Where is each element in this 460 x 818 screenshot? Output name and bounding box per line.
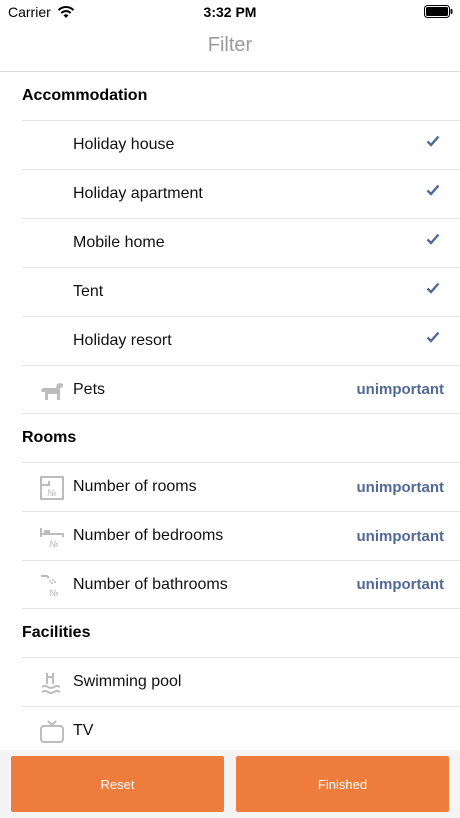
navigation-bar: Filter xyxy=(0,24,460,72)
bed-icon: № xyxy=(40,528,64,550)
row-value: unimportant xyxy=(356,576,445,593)
filter-row-holiday-apartment[interactable]: Holiday apartment xyxy=(22,169,460,218)
battery-icon xyxy=(424,5,454,21)
page-title: Filter xyxy=(207,34,253,56)
clock: 3:32 PM xyxy=(203,4,257,20)
row-value: unimportant xyxy=(356,381,445,398)
checkmark-icon xyxy=(426,282,440,294)
row-label: Tent xyxy=(73,283,104,300)
footer-toolbar: Reset Finished xyxy=(0,750,460,818)
row-value: unimportant xyxy=(356,478,445,496)
finished-button[interactable]: Finished xyxy=(236,756,449,812)
row-label: Pets xyxy=(73,380,106,398)
tv-icon xyxy=(40,720,64,743)
filter-row-pets[interactable]: Pets unimportant xyxy=(22,365,460,414)
filter-row-swimming-pool[interactable]: Swimming pool xyxy=(22,657,460,706)
filter-list[interactable]: Accommodation Holiday house Holiday apar… xyxy=(0,72,460,750)
row-label: Holiday house xyxy=(73,136,175,153)
filter-row-mobile-home[interactable]: Mobile home xyxy=(22,218,460,267)
row-label: Holiday resort xyxy=(73,332,172,349)
filter-row-number-of-rooms[interactable]: № Number of rooms unimportant xyxy=(22,462,460,511)
filter-row-tv[interactable]: TV xyxy=(22,706,460,750)
svg-text:№: № xyxy=(49,540,58,550)
filter-row-number-of-bedrooms[interactable]: № Number of bedrooms unimportant xyxy=(22,511,460,560)
section-header-facilities: Facilities xyxy=(22,624,91,641)
checkmark-icon xyxy=(426,135,440,147)
checkmark-icon xyxy=(426,331,440,343)
row-label: Number of bedrooms xyxy=(73,527,224,544)
filter-row-number-of-bathrooms[interactable]: № Number of bathrooms unimportant xyxy=(22,560,460,609)
shower-icon: № xyxy=(41,575,59,599)
status-bar: Carrier 3:32 PM xyxy=(0,0,460,24)
svg-text:№: № xyxy=(49,589,58,599)
checkmark-icon xyxy=(426,233,440,245)
reset-button[interactable]: Reset xyxy=(11,756,224,812)
filter-row-tent[interactable]: Tent xyxy=(22,267,460,316)
row-label: Holiday apartment xyxy=(73,185,203,202)
section-header-accommodation: Accommodation xyxy=(22,87,148,104)
checkmark-icon xyxy=(426,184,440,196)
filter-row-holiday-resort[interactable]: Holiday resort xyxy=(22,316,460,365)
row-label: Number of rooms xyxy=(73,478,197,495)
filter-row-holiday-house[interactable]: Holiday house xyxy=(22,120,460,169)
row-label: TV xyxy=(73,721,94,739)
swimming-pool-icon xyxy=(41,673,61,694)
section-header-rooms: Rooms xyxy=(22,429,77,446)
svg-text:№: № xyxy=(47,489,56,499)
row-label: Mobile home xyxy=(73,234,165,251)
row-label: Number of bathrooms xyxy=(73,575,228,593)
dog-icon xyxy=(41,383,63,400)
row-value: unimportant xyxy=(356,527,445,545)
row-label: Swimming pool xyxy=(73,673,182,690)
rooms-icon: № xyxy=(40,476,64,500)
